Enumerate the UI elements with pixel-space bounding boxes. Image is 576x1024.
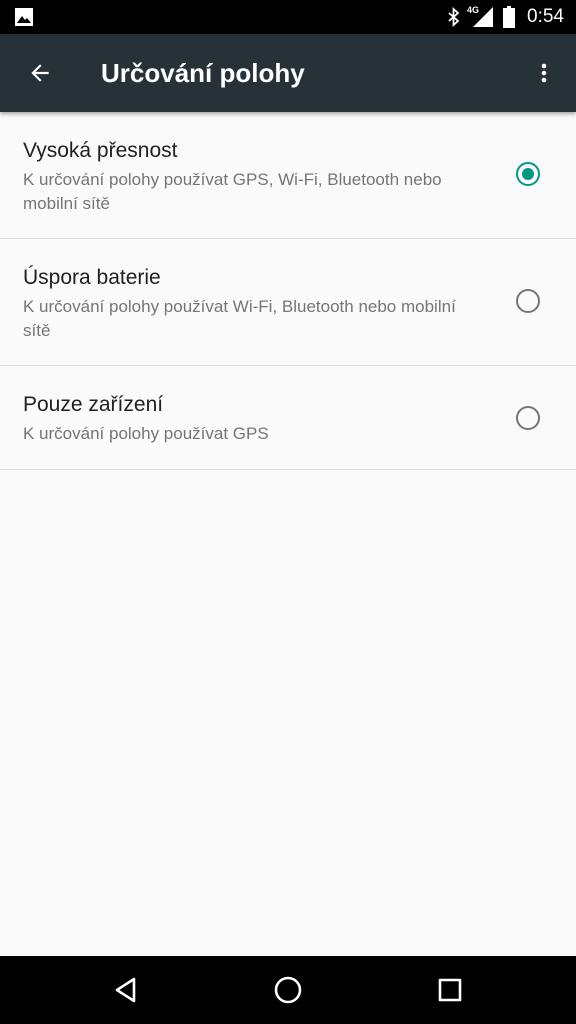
location-mode-list: Vysoká přesnost K určování polohy použív… bbox=[0, 112, 576, 470]
recents-square-icon bbox=[438, 978, 462, 1002]
option-description: K určování polohy používat GPS bbox=[23, 424, 269, 443]
option-title: Pouze zařízení bbox=[23, 393, 164, 416]
option-high-accuracy[interactable]: Vysoká přesnost K určování polohy použív… bbox=[0, 112, 576, 239]
status-bar: 4G 0:54 bbox=[0, 0, 576, 34]
option-title: Vysoká přesnost bbox=[23, 139, 178, 162]
back-button[interactable] bbox=[16, 49, 64, 97]
option-description: K určování polohy používat Wi-Fi, Blueto… bbox=[23, 297, 456, 340]
app-bar: Určování polohy bbox=[0, 34, 576, 112]
bluetooth-icon bbox=[448, 7, 460, 27]
back-arrow-icon bbox=[31, 64, 49, 82]
option-battery-saving[interactable]: Úspora baterie K určování polohy používa… bbox=[0, 239, 576, 366]
signal-icon: 4G bbox=[467, 5, 495, 28]
radio-button[interactable] bbox=[516, 406, 540, 430]
nav-recents-button[interactable] bbox=[426, 966, 474, 1014]
more-vert-icon bbox=[541, 63, 547, 83]
more-options-button[interactable] bbox=[520, 49, 568, 97]
navigation-bar bbox=[0, 956, 576, 1024]
clock: 0:54 bbox=[527, 6, 564, 27]
option-description: K určování polohy používat GPS, Wi-Fi, B… bbox=[23, 170, 442, 213]
home-circle-icon bbox=[274, 976, 302, 1004]
nav-back-button[interactable] bbox=[102, 966, 150, 1014]
option-device-only[interactable]: Pouze zařízení K určování polohy používa… bbox=[0, 366, 576, 470]
option-title: Úspora baterie bbox=[23, 266, 161, 289]
gallery-icon bbox=[15, 8, 33, 26]
radio-button-selected[interactable] bbox=[516, 162, 540, 186]
radio-button[interactable] bbox=[516, 289, 540, 313]
nav-home-button[interactable] bbox=[264, 966, 312, 1014]
battery-icon bbox=[503, 6, 516, 28]
page-title: Určování polohy bbox=[101, 58, 305, 88]
back-triangle-icon bbox=[115, 977, 136, 1003]
